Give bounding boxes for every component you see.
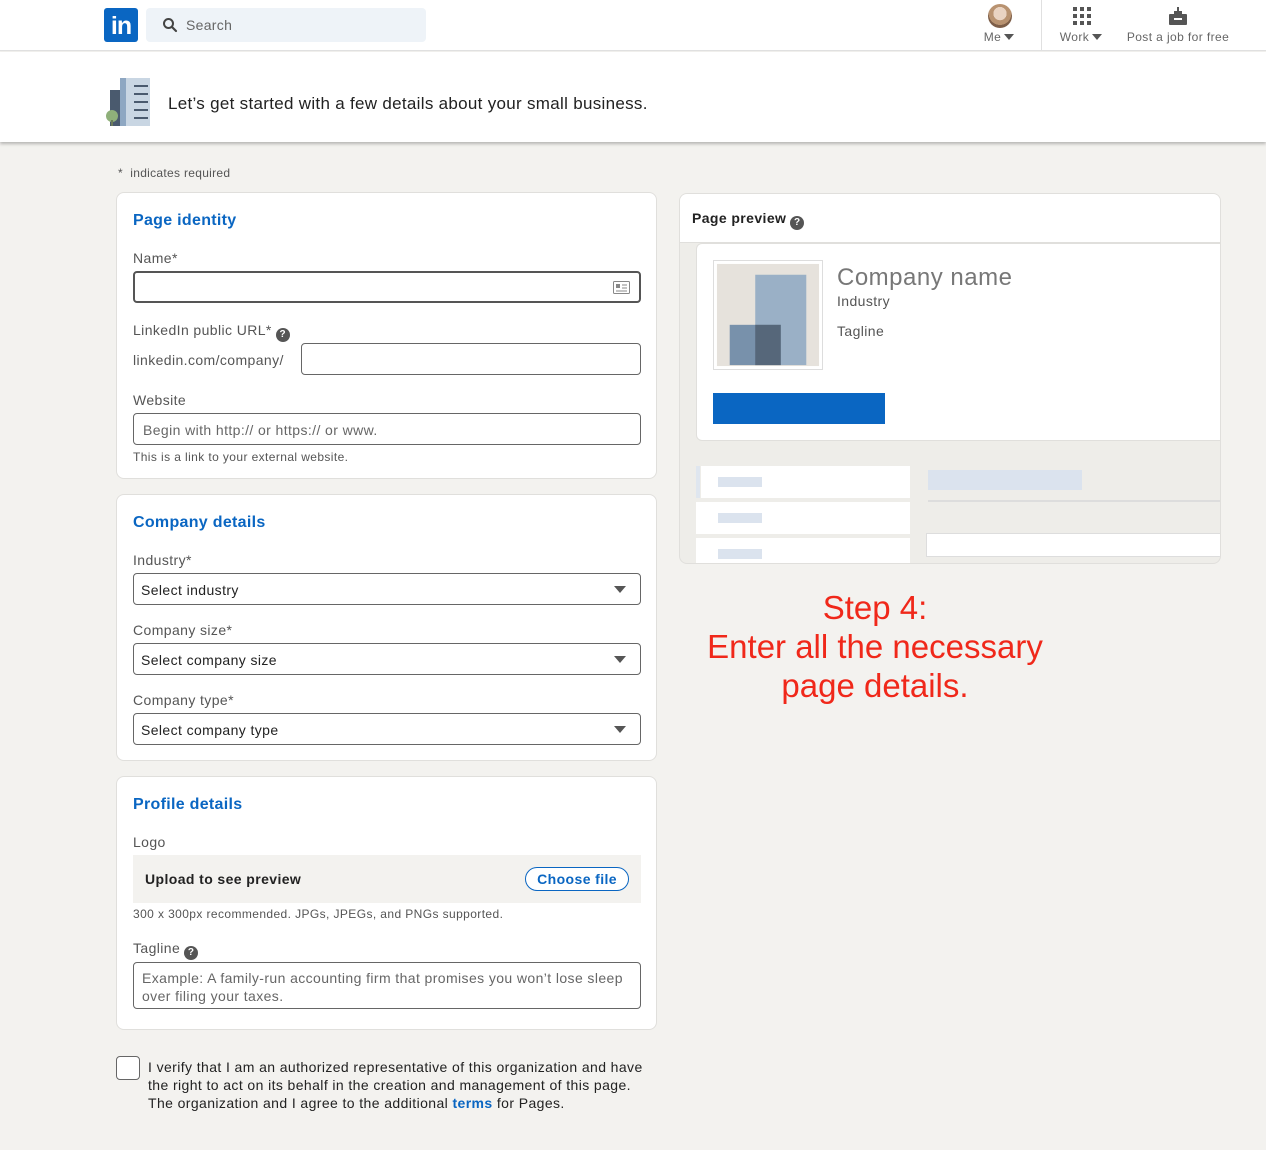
nav-post-job[interactable]: Post a job for free bbox=[1118, 0, 1238, 51]
choose-file-button[interactable]: Choose file bbox=[525, 867, 629, 891]
search-placeholder: Search bbox=[186, 17, 233, 33]
company-size-label: Company size* bbox=[133, 622, 233, 638]
chevron-down-icon bbox=[614, 656, 626, 663]
me-label: Me bbox=[983, 30, 1002, 44]
industry-select[interactable]: Select industry bbox=[133, 573, 641, 605]
step-annotation: Step 4: Enter all the necessary page det… bbox=[700, 588, 1050, 705]
profile-details-card: Profile details Logo Upload to see previ… bbox=[116, 776, 657, 1030]
top-nav: in Search Me Work Post a job for free bbox=[0, 0, 1266, 51]
tagline-placeholder: Example: A family-run accounting firm th… bbox=[142, 970, 623, 1004]
building-icon bbox=[106, 78, 150, 126]
search-icon bbox=[163, 18, 178, 33]
preview-title: Page preview? bbox=[692, 210, 805, 230]
header-title: Let’s get started with a few details abo… bbox=[168, 94, 648, 113]
preview-follow-button bbox=[713, 393, 885, 424]
search-bar[interactable]: Search bbox=[146, 8, 426, 42]
website-field[interactable]: Begin with http:// or https:// or www. bbox=[133, 413, 641, 445]
company-size-value: Select company size bbox=[141, 652, 277, 668]
upload-text: Upload to see preview bbox=[145, 871, 302, 887]
skeleton-tab bbox=[701, 466, 910, 498]
chevron-down-icon bbox=[614, 586, 626, 593]
website-placeholder: Begin with http:// or https:// or www. bbox=[143, 422, 378, 438]
logo-label: Logo bbox=[133, 834, 166, 850]
skeleton-tab bbox=[696, 502, 910, 534]
url-label: LinkedIn public URL*? bbox=[133, 322, 290, 342]
grid-icon bbox=[1073, 7, 1091, 25]
skeleton-heading bbox=[928, 470, 1082, 490]
profile-details-title: Profile details bbox=[133, 796, 243, 813]
page-identity-card: Page identity Name* LinkedIn public URL*… bbox=[116, 192, 657, 479]
page-preview: Page preview? Company name Industry Tagl… bbox=[679, 193, 1221, 564]
preview-header: Page preview? bbox=[680, 194, 1220, 243]
help-icon[interactable]: ? bbox=[790, 216, 805, 230]
nav-divider bbox=[1041, 0, 1042, 51]
annotation-line-2: Enter all the necessary page details. bbox=[707, 628, 1043, 704]
preview-company-name: Company name bbox=[837, 264, 1013, 291]
page-header: Let’s get started with a few details abo… bbox=[0, 52, 1266, 142]
preview-tagline: Tagline bbox=[837, 323, 885, 339]
tagline-label: Tagline? bbox=[133, 940, 199, 960]
company-type-label: Company type* bbox=[133, 692, 234, 708]
verify-text: I verify that I am an authorized represe… bbox=[148, 1059, 643, 1111]
skeleton-tab bbox=[696, 538, 910, 563]
company-size-select[interactable]: Select company size bbox=[133, 643, 641, 675]
chevron-down-icon bbox=[1004, 34, 1015, 40]
page-identity-title: Page identity bbox=[133, 212, 237, 229]
nav-me[interactable]: Me bbox=[974, 0, 1024, 51]
verify-checkbox[interactable] bbox=[116, 1056, 140, 1080]
tagline-textarea[interactable]: Example: A family-run accounting firm th… bbox=[133, 962, 641, 1009]
terms-link[interactable]: terms bbox=[452, 1095, 492, 1111]
chevron-down-icon bbox=[1092, 34, 1103, 40]
required-note: * indicates required bbox=[118, 166, 231, 180]
contact-card-icon bbox=[613, 281, 630, 294]
url-field[interactable] bbox=[301, 343, 641, 375]
annotation-line-1: Step 4: bbox=[822, 589, 928, 626]
industry-value: Select industry bbox=[141, 582, 239, 598]
industry-label: Industry* bbox=[133, 552, 192, 568]
skeleton-line bbox=[928, 500, 1220, 502]
linkedin-logo[interactable]: in bbox=[104, 8, 138, 42]
work-label: Work bbox=[1059, 30, 1090, 44]
skeleton-tab-marker bbox=[696, 466, 700, 498]
logo-upload: Upload to see preview Choose file bbox=[133, 855, 641, 903]
name-field[interactable] bbox=[133, 271, 641, 303]
website-label: Website bbox=[133, 392, 187, 408]
post-job-label: Post a job for free bbox=[1126, 30, 1230, 44]
briefcase-icon bbox=[1169, 7, 1187, 25]
preview-card: Company name Industry Tagline bbox=[696, 243, 1220, 441]
chevron-down-icon bbox=[614, 726, 626, 733]
company-logo-placeholder bbox=[713, 260, 823, 370]
website-hint: This is a link to your external website. bbox=[133, 450, 349, 464]
name-label: Name* bbox=[133, 250, 178, 266]
logo-hint: 300 x 300px recommended. JPGs, JPEGs, an… bbox=[133, 907, 504, 921]
company-type-value: Select company type bbox=[141, 722, 279, 738]
company-details-title: Company details bbox=[133, 514, 266, 531]
help-icon[interactable]: ? bbox=[275, 328, 290, 342]
company-type-select[interactable]: Select company type bbox=[133, 713, 641, 745]
avatar bbox=[988, 4, 1012, 28]
nav-work[interactable]: Work bbox=[1050, 0, 1112, 51]
preview-industry: Industry bbox=[837, 293, 890, 309]
url-prefix: linkedin.com/company/ bbox=[133, 352, 284, 368]
company-details-card: Company details Industry* Select industr… bbox=[116, 494, 657, 761]
skeleton-panel bbox=[926, 533, 1220, 557]
help-icon[interactable]: ? bbox=[184, 946, 199, 960]
